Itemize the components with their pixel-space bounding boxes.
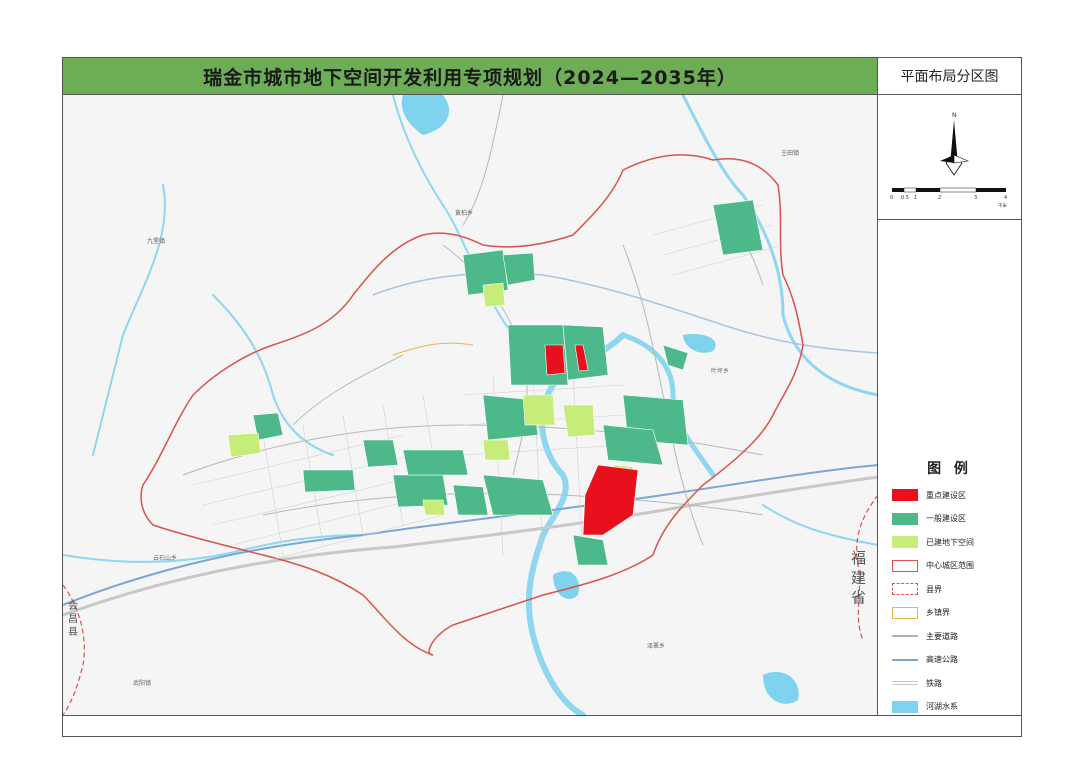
lake: [683, 333, 716, 353]
built-zone: [482, 439, 511, 461]
legend-label: 铁路: [926, 678, 942, 688]
legend-symbol: [892, 536, 918, 548]
title-bar: 瑞金市城市地下空间开发利用专项规划（2024—2035年）: [63, 58, 878, 95]
legend-item: 乡镇界: [892, 606, 950, 620]
lakes: [401, 95, 799, 704]
place-yeping: 叶坪乡: [711, 367, 729, 375]
legend-label: 县界: [926, 584, 942, 594]
svg-text:3: 3: [974, 195, 977, 201]
north-label: N: [952, 112, 957, 119]
legend-symbol: [892, 635, 918, 637]
place-huangbai: 黄柏乡: [455, 209, 473, 217]
lake: [401, 95, 450, 135]
lake: [763, 671, 799, 704]
built-zone: [422, 499, 446, 516]
svg-text:1: 1: [914, 195, 917, 201]
legend-label: 重点建设区: [926, 490, 966, 500]
expressways: [63, 272, 877, 617]
main-road: [462, 95, 504, 226]
legend-title: 图 例: [927, 461, 972, 477]
north-arrow-icon: N 0 0.5 1 2 3 4 千米: [890, 112, 1007, 209]
general-zone: [452, 484, 489, 516]
svg-text:0.5: 0.5: [901, 195, 909, 201]
legend-item: 铁路: [892, 676, 942, 690]
legend-label: 河湖水系: [926, 702, 958, 711]
legend-symbol: [892, 606, 918, 619]
general-zone: [572, 534, 609, 566]
legend-panel: 图 例 重点建设区一般建设区已建地下空间 中心城区范围 县界乡镇界主要道路高速公路铁…: [878, 220, 1021, 715]
place-wuyang: 武阳镇: [133, 679, 151, 687]
county-label: 会 昌 县: [66, 599, 78, 637]
general-zones: [252, 199, 764, 566]
place-zeqian: 泽覃乡: [647, 642, 665, 650]
place-jiubao: 九堡镇: [147, 237, 165, 245]
place-yunshishan: 云石山乡: [153, 554, 177, 562]
legend-item: 中心城区范围: [892, 559, 974, 573]
main-road: [292, 354, 404, 426]
plan-title: 瑞金市城市地下空间开发利用专项规划（2024—2035年）: [203, 66, 737, 89]
legend-item: 一般建设区: [892, 512, 966, 526]
legend-symbol: [892, 681, 918, 685]
legend-label: 乡镇界: [926, 608, 950, 617]
legend-symbol: [892, 489, 918, 501]
township-boundary: [392, 342, 474, 356]
general-zone: [362, 439, 399, 468]
general-zone: [302, 469, 356, 493]
map-frame: 瑞金市城市地下空间开发利用专项规划（2024—2035年） 平面布局分区图 九堡…: [62, 57, 1022, 737]
map-area[interactable]: 九堡镇 黄柏乡 壬田镇 叶坪乡 云石山乡 泽覃乡 武阳镇 福 建 省 会 昌 县: [63, 95, 878, 715]
svg-text:2: 2: [938, 195, 941, 201]
province-label: 福 建 省: [849, 550, 867, 605]
map-canvas: 九堡镇 黄柏乡 壬田镇 叶坪乡 云石山乡 泽覃乡 武阳镇 福 建 省 会 昌 县: [63, 95, 877, 715]
legend-item: 河湖水系: [892, 700, 958, 714]
river-tributary: [92, 184, 166, 456]
legend-label: 中心城区范围: [926, 561, 974, 570]
compass-panel: N 0 0.5 1 2 3 4 千米: [878, 95, 1021, 220]
general-zone: [482, 474, 554, 516]
general-zone: [562, 324, 609, 381]
built-zone: [227, 432, 262, 458]
river-network: [63, 95, 877, 715]
general-zone: [402, 449, 469, 476]
legend-symbol: [892, 658, 918, 661]
legend-item: 高速公路: [892, 653, 958, 667]
place-renshi: 壬田镇: [781, 149, 799, 157]
legend-label: 主要道路: [926, 631, 958, 641]
scale-bar: 0 0.5 1 2 3 4 千米: [890, 187, 1007, 209]
built-zone: [562, 404, 596, 438]
legend-label: 已建地下空间: [926, 537, 974, 547]
legend-label: 高速公路: [926, 655, 958, 664]
legend-symbol: [892, 583, 918, 595]
legend-item: 已建地下空间: [892, 535, 974, 549]
key-zone: [582, 464, 639, 536]
legend-symbol: [892, 512, 918, 525]
svg-text:0: 0: [890, 195, 893, 201]
svg-text:千米: 千米: [998, 202, 1007, 209]
bottom-strip: [63, 715, 1021, 736]
legend-symbol: [892, 700, 918, 713]
key-zone: [544, 344, 566, 376]
legend-label: 一般建设区: [926, 514, 966, 523]
legend-item: 主要道路: [892, 629, 958, 643]
lake: [553, 571, 579, 599]
legend-symbol: [892, 559, 918, 572]
legend-item: 重点建设区: [892, 488, 966, 502]
legend-item: 县界: [892, 582, 942, 596]
map-name: 平面布局分区图: [878, 58, 1021, 95]
general-zone: [502, 252, 536, 286]
general-zone: [712, 199, 764, 256]
built-zone: [482, 282, 506, 308]
svg-text:4: 4: [1004, 195, 1007, 201]
built-zone: [522, 394, 556, 426]
central-city-boundary: [140, 154, 804, 656]
